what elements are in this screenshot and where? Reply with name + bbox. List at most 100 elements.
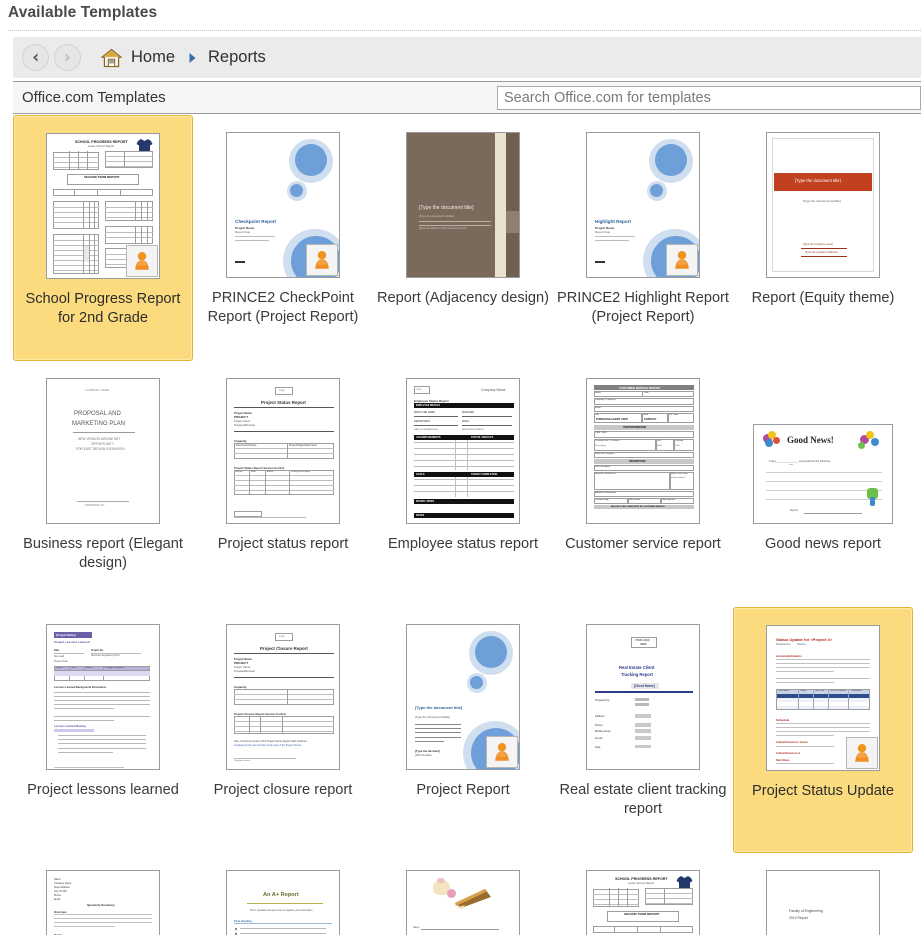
back-button[interactable] bbox=[22, 44, 49, 71]
template-label: PRINCE2 Highlight Report (Project Report… bbox=[557, 290, 729, 325]
page-title: Available Templates bbox=[8, 4, 158, 21]
template-thumbnail-wrapper: [Type the document title] [Type the docu… bbox=[766, 132, 880, 278]
template-label: Report (Adjacency design) bbox=[377, 290, 549, 306]
template-thumbnail-wrapper: Faculty of Engineering 2013 Report bbox=[766, 870, 880, 935]
template-item[interactable]: Checkpoint Report Project Name Report Da… bbox=[193, 115, 373, 361]
breadcrumb-home[interactable]: Home bbox=[131, 48, 175, 67]
template-item[interactable]: Faculty of Engineering 2013 Report bbox=[733, 853, 913, 935]
community-person-icon bbox=[495, 743, 509, 761]
template-item[interactable]: SCHOOL PROGRESS REPORT Lower School Repo… bbox=[553, 853, 733, 935]
template-grid: SCHOOL PROGRESS REPORT Lower School Repo… bbox=[13, 115, 921, 935]
template-thumbnail-wrapper: Name: Company Name Street Address City, … bbox=[46, 870, 160, 935]
template-label: Business report (Elegant design) bbox=[23, 536, 183, 571]
template-thumbnail[interactable]: Highlight Report Project Name Report Dat… bbox=[586, 132, 700, 278]
template-label: Employee status report bbox=[387, 536, 539, 552]
template-thumbnail-wrapper: Good News! Today _______________ accompl… bbox=[753, 378, 893, 524]
template-label: Report (Equity theme) bbox=[751, 290, 895, 306]
template-thumbnail-wrapper: [Type the document title] [Type the docu… bbox=[406, 132, 520, 278]
template-thumbnail-wrapper: SCHOOL PROGRESS REPORT Lower School Repo… bbox=[46, 133, 160, 279]
template-item[interactable]: [Project Name] Project Lessons Learned D… bbox=[13, 607, 193, 853]
template-thumbnail-wrapper: Highlight Report Project Name Report Dat… bbox=[586, 132, 700, 278]
community-contributed-badge bbox=[306, 244, 338, 276]
search-input[interactable] bbox=[497, 86, 921, 110]
template-thumbnail[interactable]: [Type the document title] [Type the docu… bbox=[406, 624, 520, 770]
template-thumbnail-wrapper: SCHOOL PROGRESS REPORT Lower School Repo… bbox=[586, 870, 700, 935]
template-thumbnail[interactable]: CUSTOMER SERVICE REPORT Name Date Company… bbox=[586, 378, 700, 524]
template-label: PRINCE2 CheckPoint Report (Project Repor… bbox=[207, 290, 359, 325]
template-item[interactable]: CUSTOMER SERVICE REPORT Name Date Company… bbox=[553, 361, 733, 607]
template-thumbnail[interactable]: Good News! Today _______________ accompl… bbox=[753, 424, 893, 524]
home-icon[interactable] bbox=[100, 47, 122, 69]
template-item[interactable]: [Type the document title] [Type the docu… bbox=[373, 607, 553, 853]
community-person-icon bbox=[135, 252, 149, 270]
template-thumbnail-wrapper: CUSTOMER SERVICE REPORT Name Date Company… bbox=[586, 378, 700, 524]
template-thumbnail-wrapper: Logo Project Status Report Project Name … bbox=[226, 378, 340, 524]
chevron-right-icon bbox=[188, 52, 197, 64]
template-item[interactable]: Name: Company Name Street Address City, … bbox=[13, 853, 193, 935]
template-thumbnail[interactable]: Logo Project Status Report Project Name … bbox=[226, 378, 340, 524]
template-item[interactable]: [Type the document title] [Type the docu… bbox=[733, 115, 913, 361]
template-label: Project Report bbox=[416, 782, 510, 798]
arrow-right-icon bbox=[61, 51, 74, 64]
template-label: Project closure report bbox=[213, 782, 353, 798]
template-item[interactable]: Highlight Report Project Name Report Dat… bbox=[553, 115, 733, 361]
template-thumbnail-wrapper: Name Accomplishment bbox=[406, 870, 520, 935]
template-thumbnail[interactable]: Name: Company Name Street Address City, … bbox=[46, 870, 160, 935]
template-label: School Progress Report for 2nd Grade bbox=[25, 291, 181, 326]
template-thumbnail[interactable]: Faculty of Engineering 2013 Report bbox=[766, 870, 880, 935]
community-person-icon bbox=[315, 251, 329, 269]
template-thumbnail-wrapper: Logo Company Name Employee Status Report… bbox=[406, 378, 520, 524]
template-item[interactable]: YOUR LOGO HERE Real Estate Client Tracki… bbox=[553, 607, 733, 853]
template-thumbnail[interactable]: [Type the document title] [Type the docu… bbox=[766, 132, 880, 278]
template-thumbnail[interactable]: Status Update for <Project #> Prepared b… bbox=[766, 625, 880, 771]
template-item[interactable]: Name Accomplishment bbox=[373, 853, 553, 935]
community-person-icon bbox=[855, 744, 869, 762]
template-thumbnail-wrapper: Status Update for <Project #> Prepared b… bbox=[766, 625, 880, 771]
template-thumbnail[interactable]: COMPANY NAME PROPOSAL AND MARKETING PLAN… bbox=[46, 378, 160, 524]
office-templates-label: Office.com Templates bbox=[22, 89, 166, 106]
template-label: Real estate client tracking report bbox=[559, 782, 727, 817]
template-label: Project status report bbox=[217, 536, 349, 552]
template-thumbnail[interactable]: YOUR LOGO HERE Real Estate Client Tracki… bbox=[586, 624, 700, 770]
template-thumbnail[interactable]: Logo Company Name Employee Status Report… bbox=[406, 378, 520, 524]
template-item[interactable]: Good News! Today _______________ accompl… bbox=[733, 361, 913, 607]
template-thumbnail[interactable]: SCHOOL PROGRESS REPORT Lower School Repo… bbox=[46, 133, 160, 279]
template-item[interactable]: Logo Project Status Report Project Name … bbox=[193, 361, 373, 607]
forward-button[interactable] bbox=[54, 44, 81, 71]
template-thumbnail-wrapper: COMPANY NAME PROPOSAL AND MARKETING PLAN… bbox=[46, 378, 160, 524]
template-label: Customer service report bbox=[565, 536, 721, 552]
template-thumbnail-wrapper: An A+ Report Short, readable text goes h… bbox=[226, 870, 340, 935]
template-label: Project lessons learned bbox=[27, 782, 179, 798]
template-thumbnail[interactable]: Checkpoint Report Project Name Report Da… bbox=[226, 132, 340, 278]
template-item[interactable]: SCHOOL PROGRESS REPORT Lower School Repo… bbox=[13, 115, 193, 361]
template-thumbnail[interactable]: An A+ Report Short, readable text goes h… bbox=[226, 870, 340, 935]
template-thumbnail-wrapper: [Project Name] Project Lessons Learned D… bbox=[46, 624, 160, 770]
community-contributed-badge bbox=[126, 245, 158, 277]
template-label: Project Status Update bbox=[752, 783, 894, 799]
template-thumbnail[interactable]: Name Accomplishment bbox=[406, 870, 520, 935]
navigation-bar: Home Reports bbox=[13, 37, 921, 78]
template-item[interactable]: Status Update for <Project #> Prepared b… bbox=[733, 607, 913, 853]
breadcrumb-reports[interactable]: Reports bbox=[208, 48, 266, 67]
template-item[interactable]: Logo Company Name Employee Status Report… bbox=[373, 361, 553, 607]
title-divider bbox=[8, 30, 921, 31]
template-thumbnail[interactable]: [Project Name] Project Lessons Learned D… bbox=[46, 624, 160, 770]
community-contributed-badge bbox=[666, 244, 698, 276]
template-thumbnail[interactable]: SCHOOL PROGRESS REPORT Lower School Repo… bbox=[586, 870, 700, 935]
template-thumbnail-wrapper: [Type the document title] [Type the docu… bbox=[406, 624, 520, 770]
template-thumbnail-wrapper: YOUR LOGO HERE Real Estate Client Tracki… bbox=[586, 624, 700, 770]
template-thumbnail-wrapper: Checkpoint Report Project Name Report Da… bbox=[226, 132, 340, 278]
search-box[interactable] bbox=[497, 86, 921, 110]
template-item[interactable]: Logo Project Closure Report Project Name… bbox=[193, 607, 373, 853]
template-thumbnail[interactable]: [Type the document title] [Type the docu… bbox=[406, 132, 520, 278]
community-contributed-badge bbox=[846, 737, 878, 769]
community-contributed-badge bbox=[486, 736, 518, 768]
template-label: Good news report bbox=[764, 536, 881, 552]
template-item[interactable]: COMPANY NAME PROPOSAL AND MARKETING PLAN… bbox=[13, 361, 193, 607]
template-item[interactable]: [Type the document title] [Type the docu… bbox=[373, 115, 553, 361]
arrow-left-icon bbox=[29, 51, 42, 64]
template-item[interactable]: An A+ Report Short, readable text goes h… bbox=[193, 853, 373, 935]
available-templates-pane: Available Templates Home Reports Office.… bbox=[0, 0, 921, 935]
template-thumbnail[interactable]: Logo Project Closure Report Project Name… bbox=[226, 624, 340, 770]
community-person-icon bbox=[675, 251, 689, 269]
